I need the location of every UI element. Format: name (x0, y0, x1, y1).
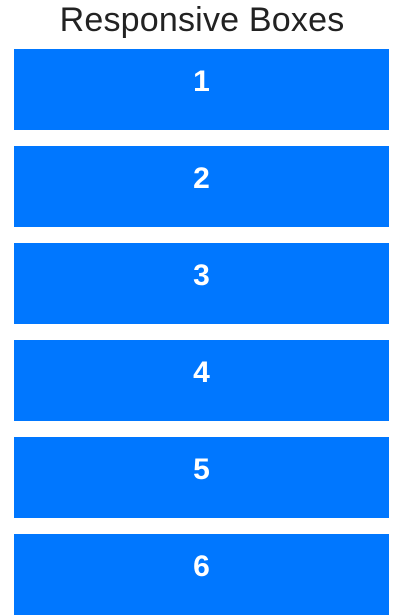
box-3: 3 (14, 243, 389, 324)
box-1: 1 (14, 49, 389, 130)
page-title: Responsive Boxes (59, 1, 345, 39)
boxes-container: 1 2 3 4 5 6 (14, 49, 389, 615)
box-2: 2 (14, 146, 389, 227)
box-6: 6 (14, 534, 389, 615)
box-4: 4 (14, 340, 389, 421)
box-5: 5 (14, 437, 389, 518)
